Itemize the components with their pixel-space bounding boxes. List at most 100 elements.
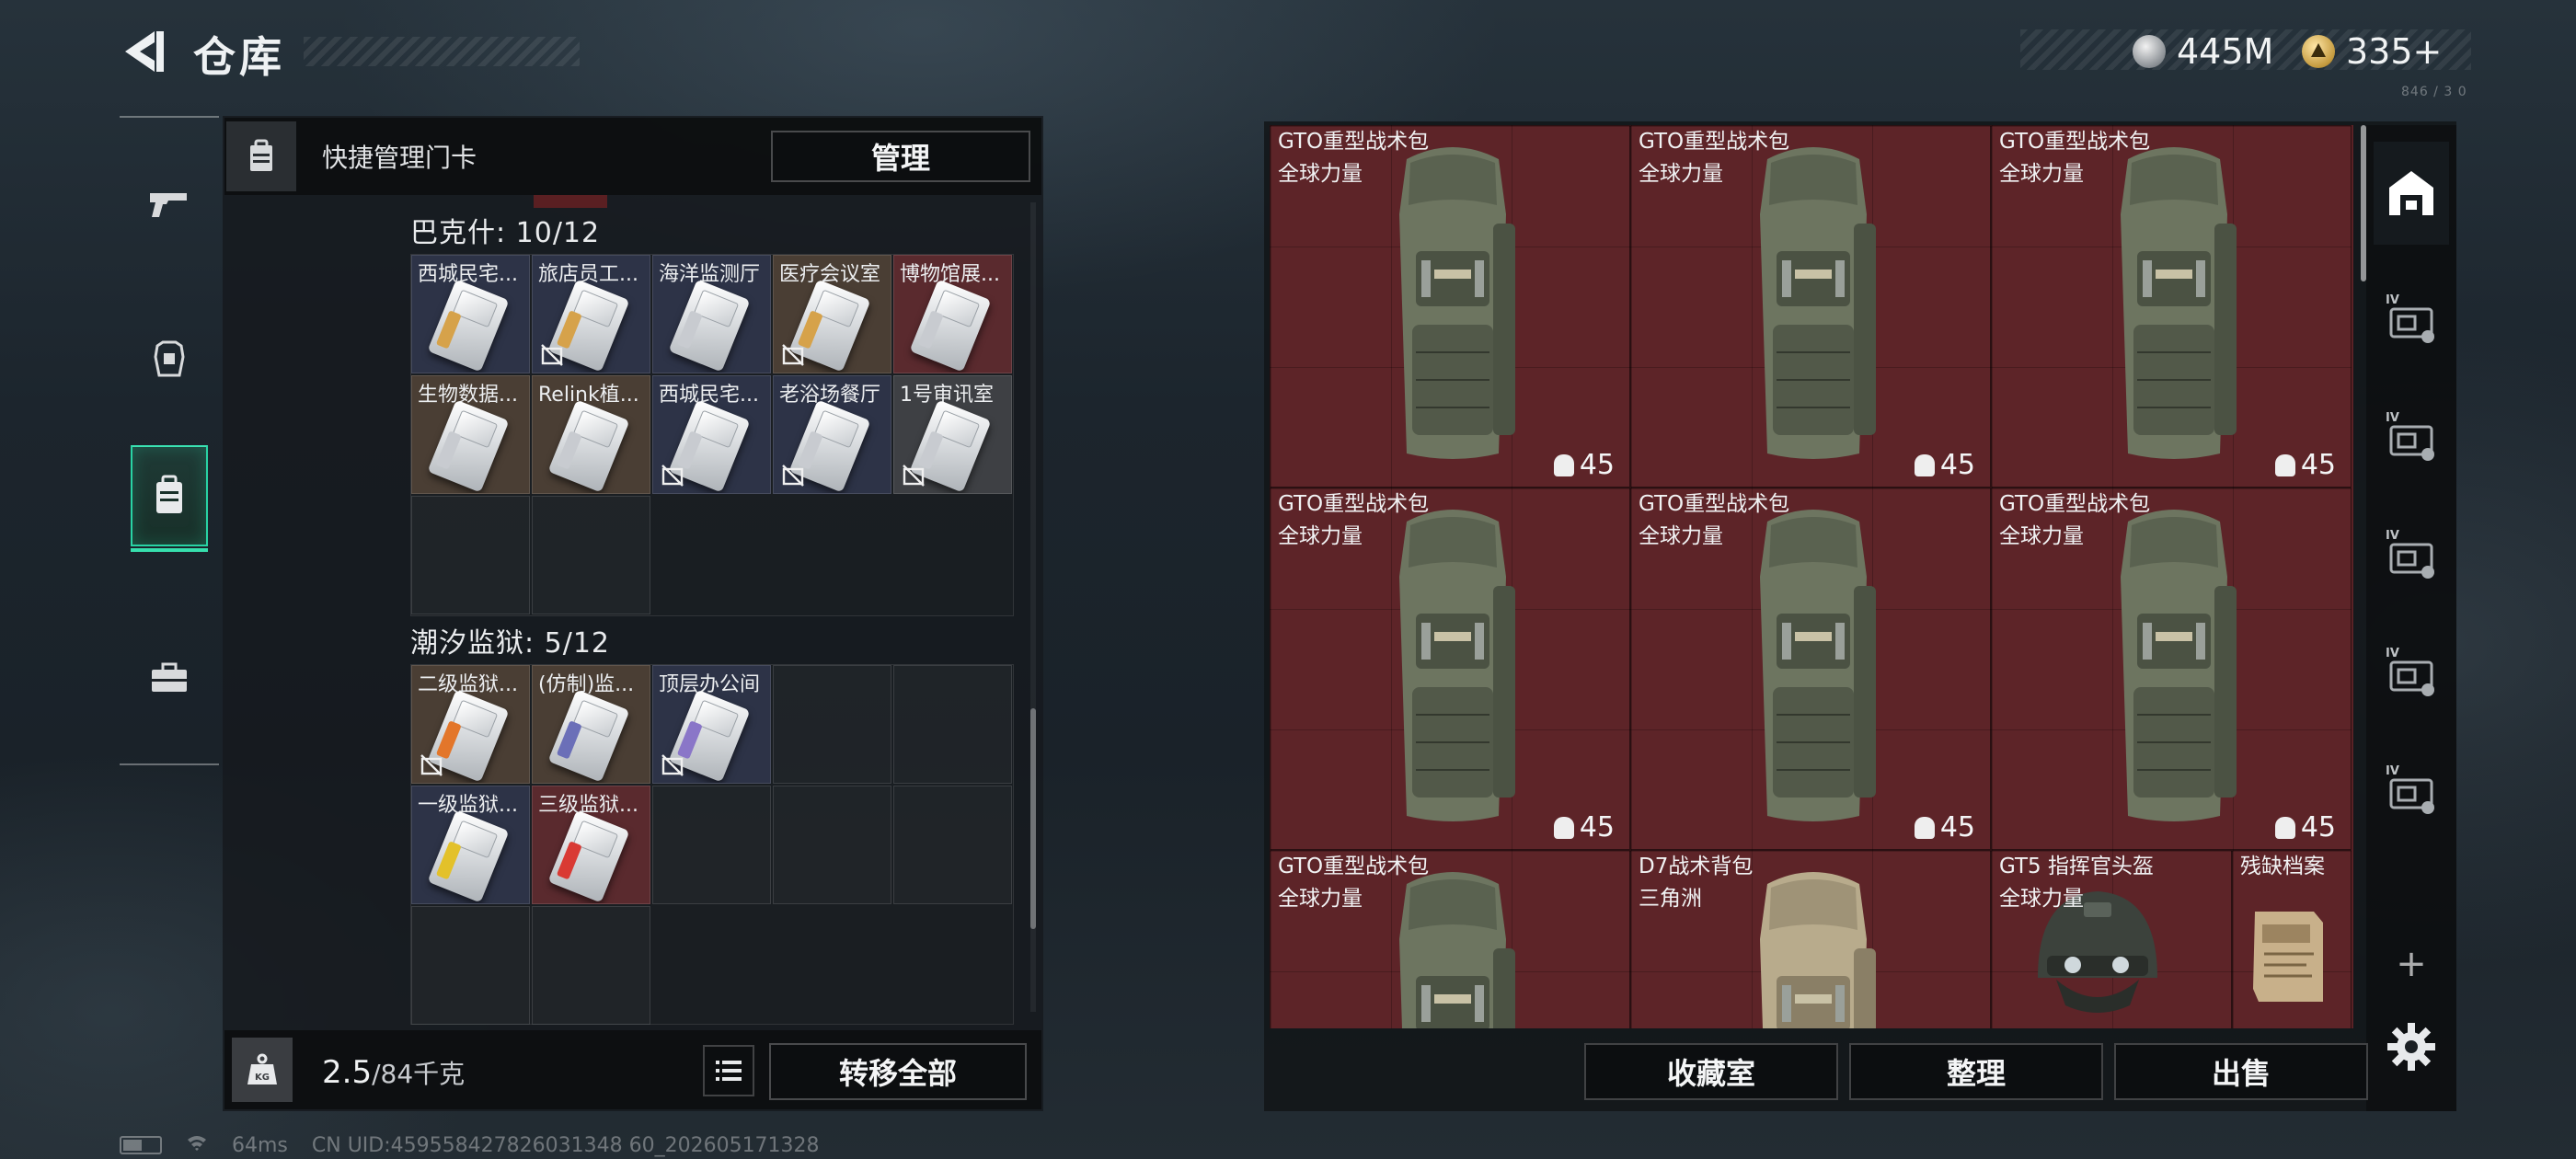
- keycard-cell[interactable]: 三级监狱...: [532, 786, 650, 904]
- kg-weight-icon: KG: [247, 1053, 277, 1084]
- warehouse-icon: [2389, 171, 2433, 215]
- storage-case-icon: IV: [2386, 411, 2434, 461]
- currency-gold-amount: 335+: [2346, 31, 2443, 72]
- item-capacity: 45: [2274, 449, 2336, 481]
- keycard-cell[interactable]: Relink植...: [532, 375, 650, 494]
- item-tile-backpack[interactable]: GTO重型战术包 全球力量 45: [1270, 125, 1630, 488]
- currency-gold[interactable]: 335+: [2302, 31, 2442, 72]
- nav-keycards[interactable]: [131, 445, 208, 552]
- empty-slot: [652, 786, 771, 904]
- svg-text:IV: IV: [2386, 411, 2399, 425]
- keycard-name: 旅店员工...: [538, 263, 638, 286]
- nav-toolbox[interactable]: [131, 627, 208, 729]
- item-capacity-value: 45: [1939, 811, 1975, 843]
- manage-button[interactable]: 管理: [771, 131, 1030, 182]
- item-capacity: 45: [2274, 811, 2336, 843]
- organize-button[interactable]: 整理: [1849, 1043, 2103, 1100]
- toolbox-icon: [152, 662, 187, 692]
- item-capacity-value: 45: [2300, 811, 2336, 843]
- tool-storage-case-4[interactable]: IV: [2374, 622, 2449, 725]
- keycard-cell[interactable]: 生物数据...: [411, 375, 530, 494]
- olive-backpack-icon: [1379, 503, 1526, 832]
- panel-scrollbar-thumb[interactable]: [1030, 708, 1036, 929]
- item-faction: 全球力量: [1999, 162, 2084, 186]
- item-capacity-value: 45: [1579, 811, 1615, 843]
- empty-slot: [773, 665, 891, 784]
- keycard-name: (仿制)监...: [538, 673, 635, 696]
- unbound-lock-icon: [420, 753, 443, 777]
- empty-slot: [411, 906, 530, 1025]
- list-icon: [716, 1061, 742, 1081]
- tool-warehouse[interactable]: [2374, 142, 2449, 245]
- keycard-cell[interactable]: 一级监狱...: [411, 786, 530, 904]
- item-tile-backpack[interactable]: GTO重型战术包 全球力量 45: [1630, 125, 1991, 488]
- item-tile-backpack[interactable]: GTO重型战术包 全球力量 45: [1630, 488, 1991, 850]
- nav-weapons[interactable]: [131, 153, 208, 254]
- keycard-cell[interactable]: 医疗会议室: [773, 255, 891, 373]
- keycard-name: 生物数据...: [418, 384, 518, 407]
- tool-storage-case-2[interactable]: IV: [2374, 386, 2449, 489]
- item-capacity: 45: [1914, 449, 1975, 481]
- olive-backpack-icon: [1740, 141, 1887, 470]
- battery-icon: [120, 1136, 162, 1154]
- sell-button[interactable]: 出售: [2114, 1043, 2368, 1100]
- transfer-all-button[interactable]: 转移全部: [769, 1043, 1027, 1100]
- keycard-grid-bakesh: 西城民宅... 旅店员工... 海洋监测厅 医疗会议室 博物馆展... 生物数据... Re…: [410, 254, 1014, 616]
- nav-gear[interactable]: [131, 309, 208, 410]
- keycard-cell[interactable]: 西城民宅...: [652, 375, 771, 494]
- item-tile-backpack[interactable]: GTO重型战术包 全球力量 45: [1270, 488, 1630, 850]
- item-tile-backpack[interactable]: GTO重型战术包 全球力量 45: [1991, 125, 2352, 488]
- section-header-bakesh: 巴克什: 10/12: [410, 217, 601, 249]
- settings-icon: [2387, 1023, 2435, 1071]
- item-name: 残缺档案: [2240, 855, 2325, 878]
- keycard-name: 顶层办公间: [659, 673, 761, 696]
- empty-slot: [532, 496, 650, 614]
- item-tile-backpack[interactable]: GTO重型战术包 全球力量 45: [1991, 488, 2352, 850]
- empty-slot: [893, 786, 1012, 904]
- keycard-cell[interactable]: 老浴场餐厅: [773, 375, 891, 494]
- tool-storage-case-1[interactable]: IV: [2374, 269, 2449, 372]
- weight-readout: 2.5/84千克: [322, 1054, 465, 1091]
- item-name: GTO重型战术包: [1278, 855, 1430, 878]
- keycard-cell[interactable]: (仿制)监...: [532, 665, 650, 784]
- unbound-lock-icon: [781, 464, 805, 488]
- empty-slot: [532, 906, 650, 1025]
- item-tile-backpack[interactable]: D7战术背包 三角洲: [1630, 850, 1991, 1028]
- svg-text:IV: IV: [2386, 529, 2399, 543]
- collection-room-button[interactable]: 收藏室: [1584, 1043, 1838, 1100]
- status-line: 64ms CN UID:459558427826031348 60_202605…: [120, 1133, 820, 1157]
- back-arrow-icon: [125, 31, 164, 72]
- keycard-name: 博物馆展...: [900, 263, 1000, 286]
- previous-row-edge: [534, 195, 607, 208]
- back-button[interactable]: [118, 28, 169, 75]
- keycard-cell[interactable]: 海洋监测厅: [652, 255, 771, 373]
- unbound-lock-icon: [781, 343, 805, 367]
- tool-settings[interactable]: [2374, 995, 2449, 1098]
- storage-case-icon: IV: [2386, 529, 2434, 579]
- keycard-cell[interactable]: 1号审讯室: [893, 375, 1012, 494]
- stash-item-grid: GTO重型战术包 全球力量 45 GTO重型战术包 全球力量 45 GTO重型战术包 全球力量…: [1270, 125, 2353, 1028]
- item-tile-helmet[interactable]: GT5 指挥官头盔 全球力量: [1991, 850, 2232, 1028]
- unbound-lock-icon: [661, 753, 684, 777]
- item-tile-backpack[interactable]: GTO重型战术包 全球力量: [1270, 850, 1630, 1028]
- keycard-name: 医疗会议室: [779, 263, 881, 286]
- keycard-cell[interactable]: 二级监狱...: [411, 665, 530, 784]
- olive-backpack-icon: [2100, 503, 2248, 832]
- uid-readout: CN UID:459558427826031348 60_20260517132…: [311, 1133, 820, 1157]
- tool-storage-case-3[interactable]: IV: [2374, 504, 2449, 607]
- item-tile-document[interactable]: 残缺档案: [2232, 850, 2352, 1028]
- item-name: GTO重型战术包: [1278, 492, 1430, 516]
- list-view-button[interactable]: [703, 1045, 754, 1096]
- item-capacity: 45: [1553, 449, 1615, 481]
- backpack-capacity-icon: [2274, 453, 2295, 476]
- keycard-cell[interactable]: 西城民宅...: [411, 255, 530, 373]
- backpack-capacity-icon: [1553, 453, 1574, 476]
- keycard-cell[interactable]: 博物馆展...: [893, 255, 1012, 373]
- keycard-cell[interactable]: 旅店员工...: [532, 255, 650, 373]
- olive-backpack-icon: [1379, 866, 1526, 1028]
- tool-storage-case-5[interactable]: IV: [2374, 740, 2449, 843]
- page-title: 仓库: [193, 32, 285, 82]
- currency-silver: 445M: [2133, 31, 2273, 72]
- keycard-name: 老浴场餐厅: [779, 384, 881, 407]
- keycard-cell[interactable]: 顶层办公间: [652, 665, 771, 784]
